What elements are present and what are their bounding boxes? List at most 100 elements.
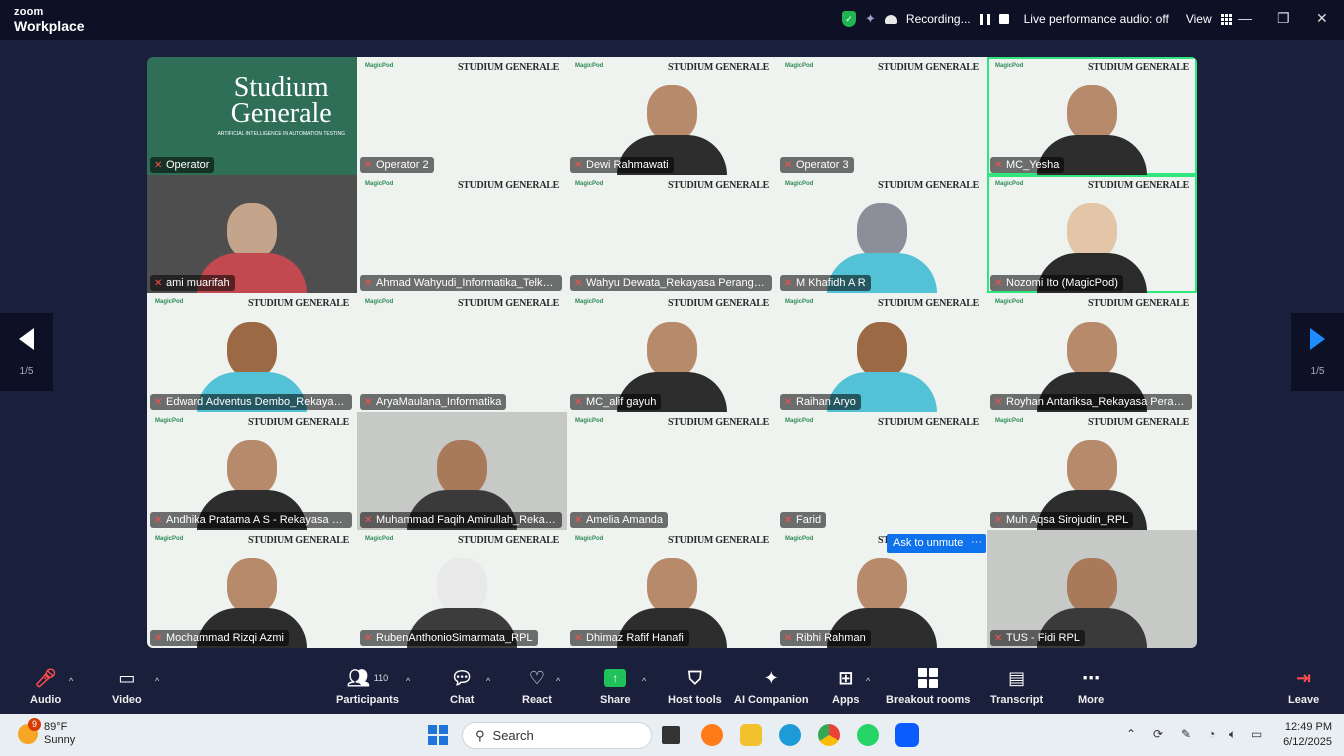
participant-tile[interactable]: MagicPod STUDIUM GENERALE ✕ Farid	[777, 411, 987, 530]
view-button[interactable]: View	[1186, 12, 1212, 26]
participant-name: ✕ Royhan Antariksa_Rekayasa Perangk...	[990, 393, 1192, 410]
slide-title: STUDIUM GENERALE	[667, 416, 769, 428]
wifi-icon[interactable]: ◔	[1208, 727, 1215, 741]
taskbar-search-box[interactable]: ⚲ Search	[462, 722, 652, 749]
participant-tile[interactable]: MagicPod STUDIUM GENERALE ✕ Raihan Aryo	[777, 293, 987, 412]
participant-tile[interactable]: MagicPod STUDIUM GENERALE ✕ Dhimaz Rafif Ha…	[567, 529, 777, 648]
slide-title: STUDIUM GENERALE	[1087, 416, 1189, 428]
encryption-shield-icon[interactable]: ✓	[842, 11, 856, 27]
participant-tile[interactable]: MagicPod STUDIUM GENERALE ✕ AryaMaulana_Inf…	[357, 293, 567, 412]
video-options-caret-icon[interactable]: ^	[155, 676, 159, 686]
ai-companion-button[interactable]: ✦ AI Companion	[734, 666, 809, 707]
whatsapp-icon[interactable]	[857, 724, 879, 746]
chrome-icon[interactable]	[818, 724, 840, 746]
ask-to-unmute-button[interactable]: Ask to unmute	[887, 534, 970, 553]
zoom-app-icon[interactable]	[895, 723, 919, 747]
sync-icon[interactable]: ⟳	[1153, 727, 1163, 741]
muted-mic-icon: ✕	[364, 160, 373, 172]
share-caret-icon[interactable]: ^	[642, 676, 646, 686]
tile-more-options-button[interactable]: ···	[967, 534, 986, 553]
participant-name-text: Operator	[166, 159, 210, 172]
participant-tile[interactable]: MagicPod STUDIUM GENERALE ✕ Royhan Antariks…	[987, 293, 1197, 412]
react-button[interactable]: ♡ React	[522, 666, 552, 707]
participant-tile[interactable]: MagicPod STUDIUM GENERALE ✕ Muh Aqsa Siroju…	[987, 411, 1197, 530]
minimize-button[interactable]: —	[1238, 10, 1252, 26]
participant-name: ✕ Ahmad Wahyudi_Informatika_Telkom	[360, 275, 562, 292]
participants-caret-icon[interactable]: ^	[406, 676, 410, 686]
restore-button[interactable]: ❐	[1277, 10, 1290, 27]
participant-tile[interactable]: MagicPod STUDIUM GENERALE ✕ Operator 2	[357, 57, 567, 176]
participant-name: ✕ Operator	[150, 157, 215, 174]
participant-tile[interactable]: MagicPod STUDIUM GENERALE ✕ MC_Yesha	[987, 57, 1197, 176]
pen-icon[interactable]: ✎	[1181, 727, 1191, 741]
host-tools-button[interactable]: ⛉ Host tools	[668, 666, 722, 707]
next-page-button[interactable]: 1/5	[1291, 313, 1344, 391]
participant-tile[interactable]: ✕ ami muarifah	[147, 175, 357, 294]
close-button[interactable]: ✕	[1316, 10, 1328, 27]
tray-chevron-up-icon[interactable]: ⌃	[1126, 727, 1136, 741]
participant-tile[interactable]: Studium Generale ARTIFICIAL INTELLIGENCE I…	[147, 57, 357, 176]
participant-name-text: Operator 3	[796, 159, 849, 172]
volume-icon[interactable]: 🔈︎	[1229, 727, 1236, 742]
apps-caret-icon[interactable]: ^	[866, 676, 870, 686]
participant-tile[interactable]: MagicPod STUDIUM GENERALE ✕ MC_alif gayuh	[567, 293, 777, 412]
breakout-rooms-button[interactable]: Breakout rooms	[886, 666, 970, 706]
participant-tile[interactable]: MagicPod STUDIUM GENERALE ✕ Andhika Pratama…	[147, 411, 357, 530]
participant-tile[interactable]: MagicPod STUDIUM GENERALE ✕ Mochammad Rizqi…	[147, 529, 357, 648]
grid-view-icon[interactable]	[1220, 13, 1232, 25]
chat-caret-icon[interactable]: ^	[486, 676, 490, 686]
edge-icon[interactable]	[779, 724, 801, 746]
participant-tile[interactable]: MagicPod STUDIUM GENERALE ✕ Operator 3	[777, 57, 987, 176]
title-bar: zoom Workplace ✓ ✦ Recording... Live per…	[0, 0, 1344, 40]
weather-widget[interactable]: 9 89°F Sunny	[18, 718, 75, 747]
shield-icon: ⛉	[688, 667, 702, 688]
participant-name-text: Amelia Amanda	[586, 513, 664, 526]
video-label: Video	[112, 694, 142, 706]
previous-page-button[interactable]: 1/5	[0, 313, 53, 391]
pause-recording-icon[interactable]	[979, 13, 990, 25]
taskbar-clock[interactable]: 12:49 PM 6/12/2025	[1274, 720, 1332, 750]
slide-title: STUDIUM GENERALE	[667, 62, 769, 73]
file-explorer-icon[interactable]	[740, 724, 762, 746]
muted-mic-icon: ✕	[784, 396, 793, 408]
participant-tile[interactable]: MagicPod STUDIUM GENERALE ✕ Edward Adventus…	[147, 293, 357, 412]
live-audio-status[interactable]: Live performance audio: off	[1024, 12, 1169, 26]
react-caret-icon[interactable]: ^	[556, 676, 560, 686]
video-button[interactable]: ▭ Video	[112, 666, 142, 707]
firefox-icon[interactable]	[701, 724, 723, 746]
ai-companion-label: AI Companion	[734, 694, 809, 706]
slide-big-title: Studium Generale ARTIFICIAL INTELLIGENCE I…	[217, 74, 345, 138]
participant-tile[interactable]: MagicPod STUDIUM GENERALE ✕ Dewi Rahmawati	[567, 57, 777, 176]
chat-button[interactable]: 💬︎ Chat	[450, 666, 474, 707]
participant-tile[interactable]: MagicPod STUDIUM GENERALE ✕ Amelia Amanda	[567, 411, 777, 530]
windows-start-icon[interactable]	[428, 725, 448, 745]
audio-button[interactable]: 🎤︎ Audio	[30, 666, 61, 707]
participant-tile[interactable]: ✕ TUS - Fidi RPL	[987, 529, 1197, 648]
participant-tile[interactable]: MagicPod STUDIUM GENERALE ✕ Ahmad Wahyudi_I…	[357, 175, 567, 294]
participant-tile[interactable]: MagicPod STUDIUM GENERALE ✕ Wahyu Dewata_Re…	[567, 175, 777, 294]
transcript-button[interactable]: ▤ Transcript	[990, 666, 1043, 707]
slide-title: STUDIUM GENERALE	[667, 180, 769, 192]
participant-tile[interactable]: ✕ Muhammad Faqih Amirullah_Rekaya...	[357, 411, 567, 530]
leave-button[interactable]: ⇥ Leave	[1288, 666, 1319, 707]
share-button[interactable]: ↑ Share	[600, 666, 631, 706]
share-label: Share	[600, 694, 631, 706]
participant-tile[interactable]: MagicPod STUDIUM GENERALE ✕ M Khafidh A R	[777, 175, 987, 294]
stop-recording-icon[interactable]	[998, 14, 1009, 24]
more-label: More	[1078, 694, 1105, 706]
participants-button[interactable]: 👥︎ 110 Participants	[336, 666, 399, 707]
apps-button[interactable]: ⊞ Apps	[832, 666, 860, 707]
participant-tile[interactable]: MagicPod STUDIUM GENERALE ✕ Nozomi Ito (Mag…	[987, 175, 1197, 294]
ai-sparkle-icon[interactable]: ✦	[865, 11, 876, 27]
participant-tile[interactable]: MagicPod STUDIUM GENERALE ✕ RubenAnthonioSi…	[357, 529, 567, 648]
muted-mic-icon: ✕	[784, 160, 793, 172]
task-view-icon[interactable]	[662, 726, 680, 744]
more-button[interactable]: ⋯ More	[1078, 666, 1105, 707]
slide-title: STUDIUM GENERALE	[877, 180, 979, 192]
audio-options-caret-icon[interactable]: ^	[69, 676, 73, 686]
muted-mic-icon: ✕	[574, 632, 583, 644]
slide-title: STUDIUM GENERALE	[247, 534, 349, 546]
slide-title: STUDIUM GENERALE	[667, 298, 769, 310]
chevron-right-icon	[1310, 327, 1325, 350]
battery-icon[interactable]: ▭	[1251, 727, 1262, 741]
